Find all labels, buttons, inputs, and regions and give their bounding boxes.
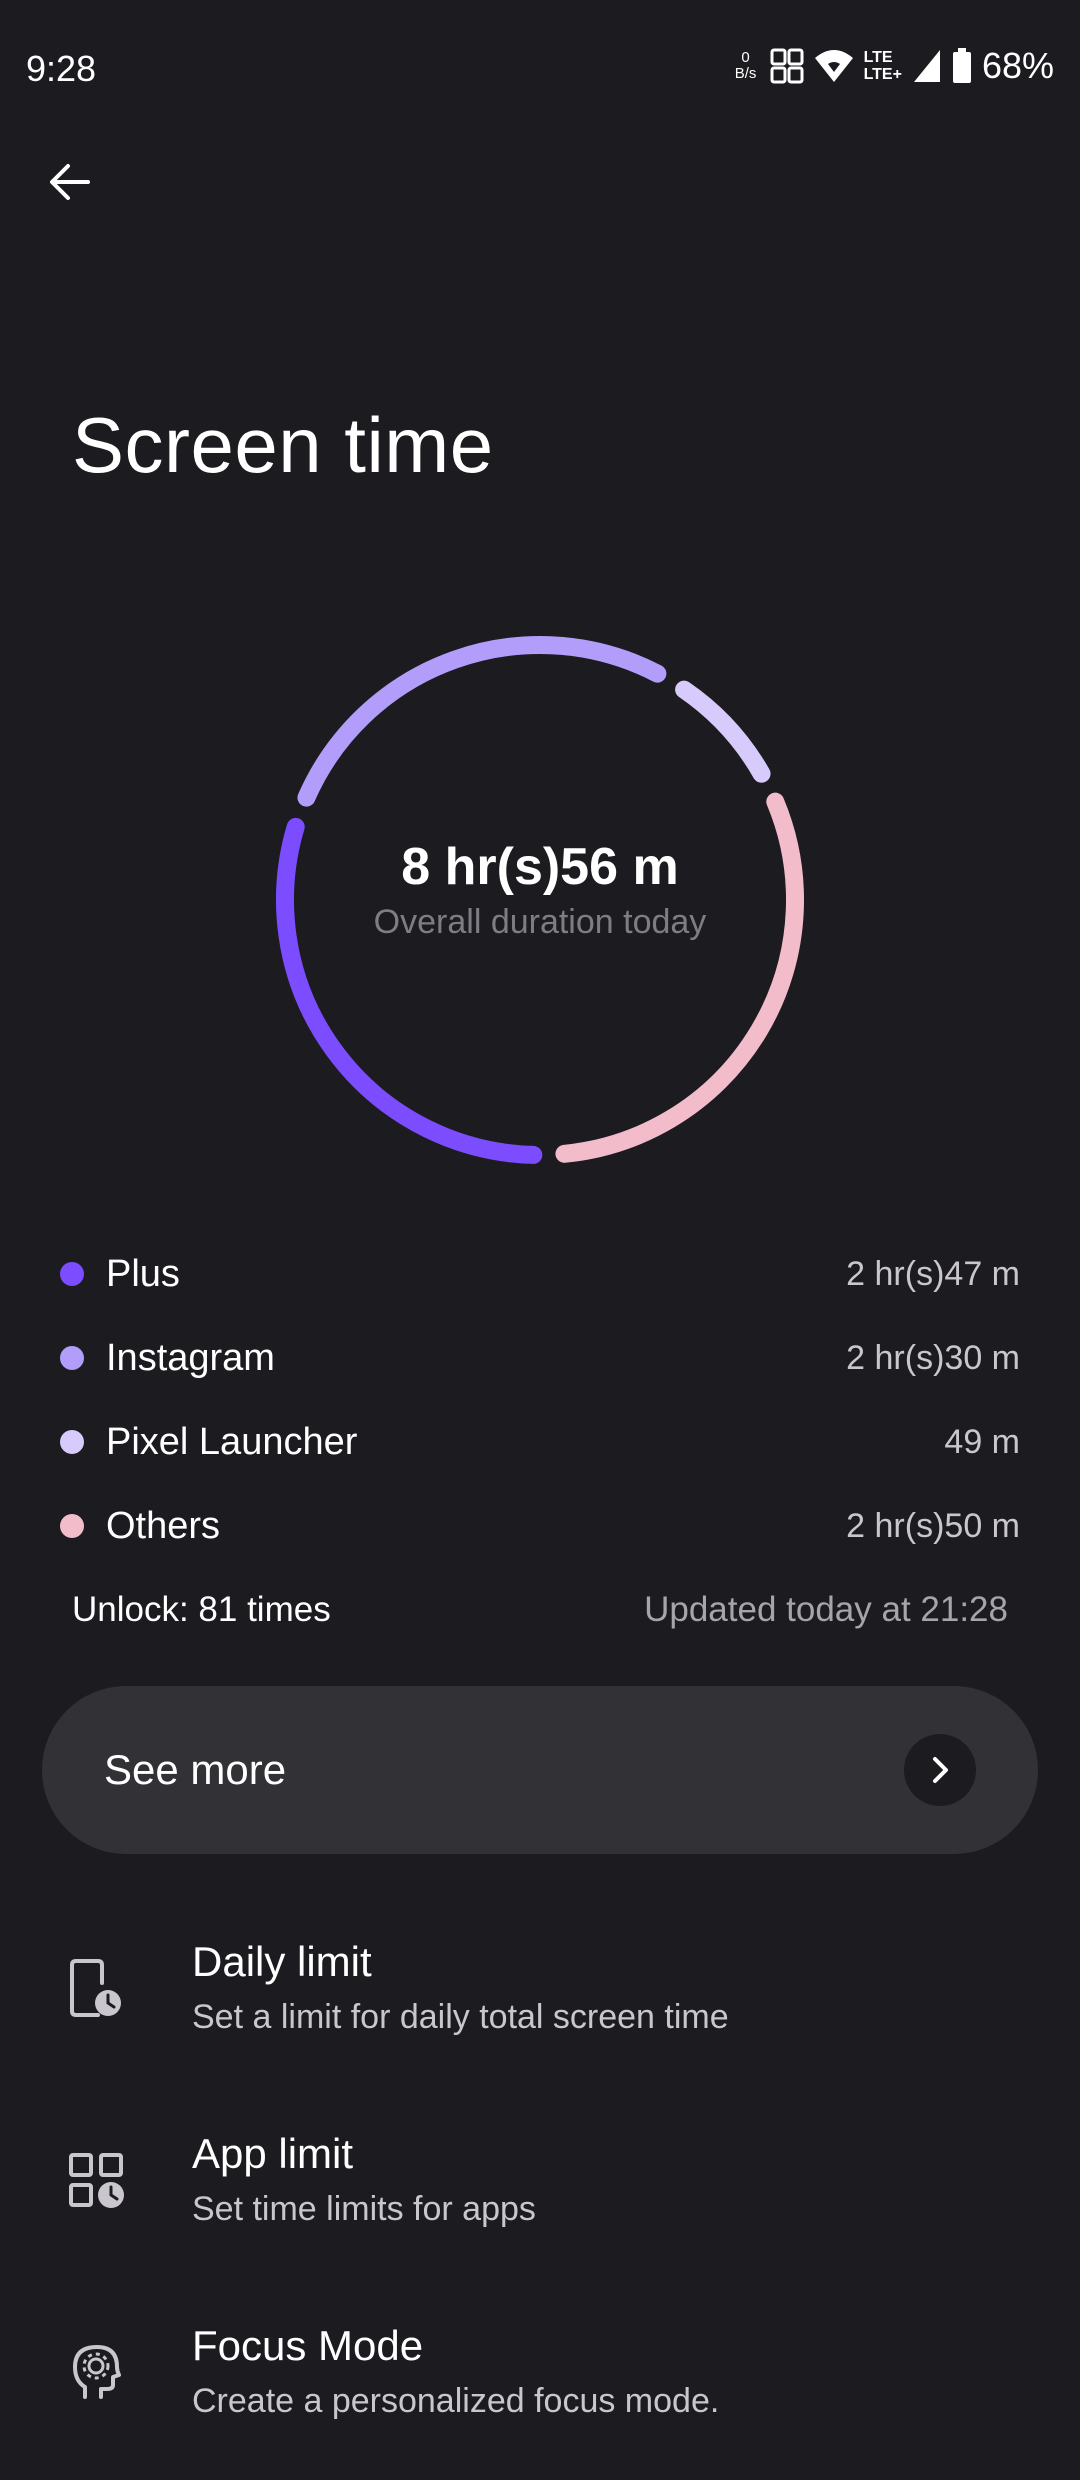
page-title: Screen time <box>72 401 494 489</box>
legend-item-plus: Plus 2 hr(s)47 m <box>58 1232 1020 1316</box>
legend-value: 2 hr(s)50 m <box>846 1506 1020 1545</box>
network-speed: 0 B/s <box>732 50 760 82</box>
lte-bottom-label: LTE+ <box>863 66 902 83</box>
legend-value: 49 m <box>944 1422 1020 1461</box>
total-duration: 8 hr(s)56 m <box>401 837 679 896</box>
apps-clock-icon <box>64 2148 128 2212</box>
legend-value: 2 hr(s)30 m <box>846 1338 1020 1377</box>
lte-indicator: LTE LTE+ <box>864 49 902 83</box>
total-duration-caption: Overall duration today <box>373 902 707 941</box>
back-button[interactable] <box>38 150 102 214</box>
lte-top-label: LTE <box>863 49 893 66</box>
dual-sim-icon <box>770 47 804 85</box>
see-more-label: See more <box>104 1746 287 1793</box>
usage-meta: Unlock: 81 times Updated today at 21:28 <box>72 1590 1008 1630</box>
battery-icon <box>952 48 972 84</box>
see-more-button[interactable]: See more <box>42 1686 1038 1854</box>
legend-item-others: Others 2 hr(s)50 m <box>58 1484 1020 1568</box>
daily-limit-item[interactable]: Daily limit Set a limit for daily total … <box>0 1916 1080 2096</box>
focus-mode-subtitle: Create a personalized focus mode. <box>192 2382 720 2420</box>
legend-value: 2 hr(s)47 m <box>846 1254 1020 1293</box>
legend-dot-pixel-launcher <box>60 1430 84 1454</box>
unlock-count: Unlock: 81 times <box>72 1590 331 1629</box>
focus-mode-item[interactable]: Focus Mode Create a personalized focus m… <box>0 2300 1080 2480</box>
app-usage-legend: Plus 2 hr(s)47 m Instagram 2 hr(s)30 m P… <box>58 1232 1020 1568</box>
app-limit-item[interactable]: App limit Set time limits for apps <box>0 2108 1080 2288</box>
status-icons: 0 B/s LTE LTE+ 68% <box>732 42 1054 90</box>
phone-clock-icon <box>64 1956 128 2020</box>
legend-name: Others <box>106 1504 221 1547</box>
focus-head-icon <box>64 2340 128 2404</box>
status-bar: 9:28 0 B/s LTE LTE+ 68% <box>0 0 1080 130</box>
legend-name: Plus <box>106 1252 180 1295</box>
status-time: 9:28 <box>26 48 97 89</box>
screen-time-donut-chart: 8 hr(s)56 m Overall duration today <box>270 630 810 1170</box>
app-limit-subtitle: Set time limits for apps <box>192 2190 536 2228</box>
signal-icon <box>912 48 942 84</box>
daily-limit-title: Daily limit <box>192 1938 372 1985</box>
donut-center: 8 hr(s)56 m Overall duration today <box>270 630 810 1170</box>
battery-percent: 68% <box>981 45 1054 86</box>
legend-dot-others <box>60 1514 84 1538</box>
chevron-right-icon <box>904 1734 976 1806</box>
back-arrow-icon <box>50 164 90 200</box>
legend-item-instagram: Instagram 2 hr(s)30 m <box>58 1316 1020 1400</box>
app-limit-title: App limit <box>192 2130 354 2177</box>
network-speed-unit: B/s <box>734 65 757 82</box>
legend-item-pixel-launcher: Pixel Launcher 49 m <box>58 1400 1020 1484</box>
focus-mode-title: Focus Mode <box>192 2322 424 2369</box>
legend-name: Pixel Launcher <box>106 1420 358 1463</box>
network-speed-value: 0 <box>741 49 750 66</box>
legend-dot-instagram <box>60 1346 84 1370</box>
wifi-icon <box>814 48 854 84</box>
updated-timestamp: Updated today at 21:28 <box>644 1590 1008 1629</box>
legend-dot-plus <box>60 1262 84 1286</box>
legend-name: Instagram <box>106 1336 275 1379</box>
daily-limit-subtitle: Set a limit for daily total screen time <box>192 1998 729 2036</box>
